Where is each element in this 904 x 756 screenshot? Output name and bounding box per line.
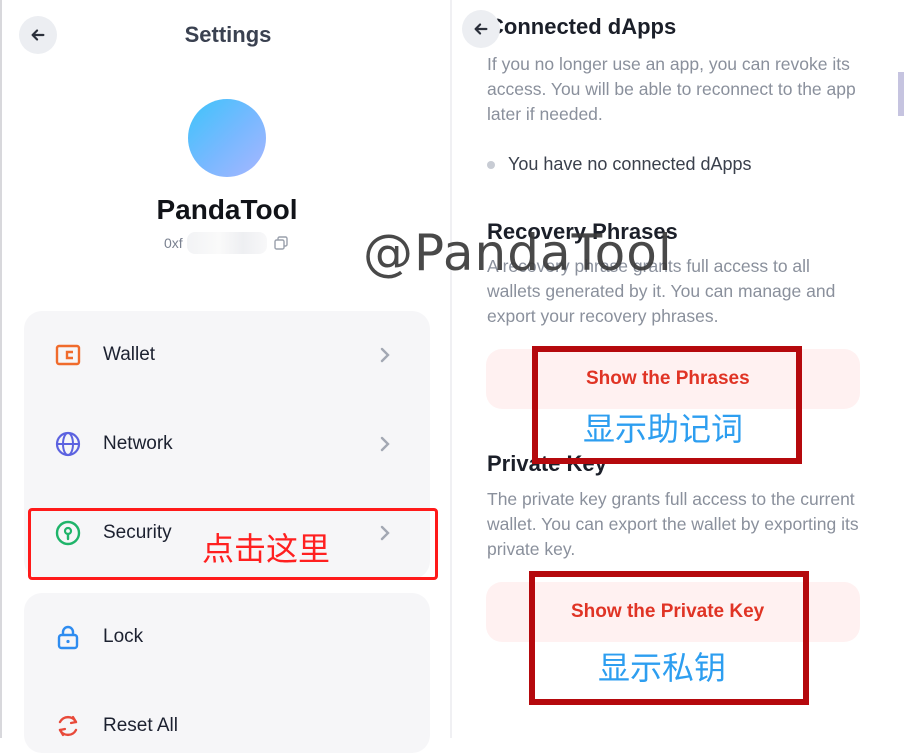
chevron-right-icon <box>380 436 390 452</box>
menu-item-lock[interactable]: Lock <box>24 607 430 667</box>
back-button[interactable] <box>462 10 500 48</box>
menu-label-wallet: Wallet <box>103 344 156 365</box>
page-title: Settings <box>184 22 272 47</box>
no-dapps-row: You have no connected dApps <box>487 154 752 175</box>
bullet-dot <box>487 160 495 169</box>
annotation-show-private-key: 显示私钥 <box>598 649 727 687</box>
arrow-left-icon <box>474 23 488 35</box>
connected-dapps-title: Connected dApps <box>488 14 677 39</box>
private-key-description: The private key grants full access to th… <box>487 489 859 559</box>
annotation-click-here: 点击这里 <box>202 530 331 568</box>
account-name: PandaTool <box>156 194 298 225</box>
address-row: 0xf <box>164 232 289 254</box>
menu-item-wallet[interactable]: Wallet <box>24 325 430 385</box>
menu-label-reset-all: Reset All <box>103 715 178 736</box>
avatar <box>188 99 266 177</box>
menu-label-network: Network <box>103 433 173 454</box>
reset-icon <box>54 712 82 740</box>
menu-item-reset-all[interactable]: Reset All <box>24 696 430 756</box>
edge-mark <box>898 72 904 116</box>
lock-icon <box>54 623 82 651</box>
copy-icon[interactable] <box>273 235 289 251</box>
security-panel: Connected dApps If you no longer use an … <box>452 0 904 738</box>
no-dapps-text: You have no connected dApps <box>508 154 752 174</box>
chevron-right-icon <box>380 347 390 363</box>
settings-panel: Settings PandaTool 0xf Wallet Network Se… <box>0 0 454 753</box>
address-text: 0xf <box>164 235 183 251</box>
watermark: @PandaTool <box>363 224 673 282</box>
menu-card-secondary: Lock Reset All <box>24 593 430 753</box>
annotation-show-phrases: 显示助记词 <box>583 410 744 448</box>
menu-label-lock: Lock <box>103 626 144 647</box>
wallet-icon <box>54 341 82 369</box>
globe-icon <box>54 430 82 458</box>
menu-item-network[interactable]: Network <box>24 414 430 474</box>
address-redacted <box>186 232 267 254</box>
connected-dapps-description: If you no longer use an app, you can rev… <box>487 54 856 124</box>
